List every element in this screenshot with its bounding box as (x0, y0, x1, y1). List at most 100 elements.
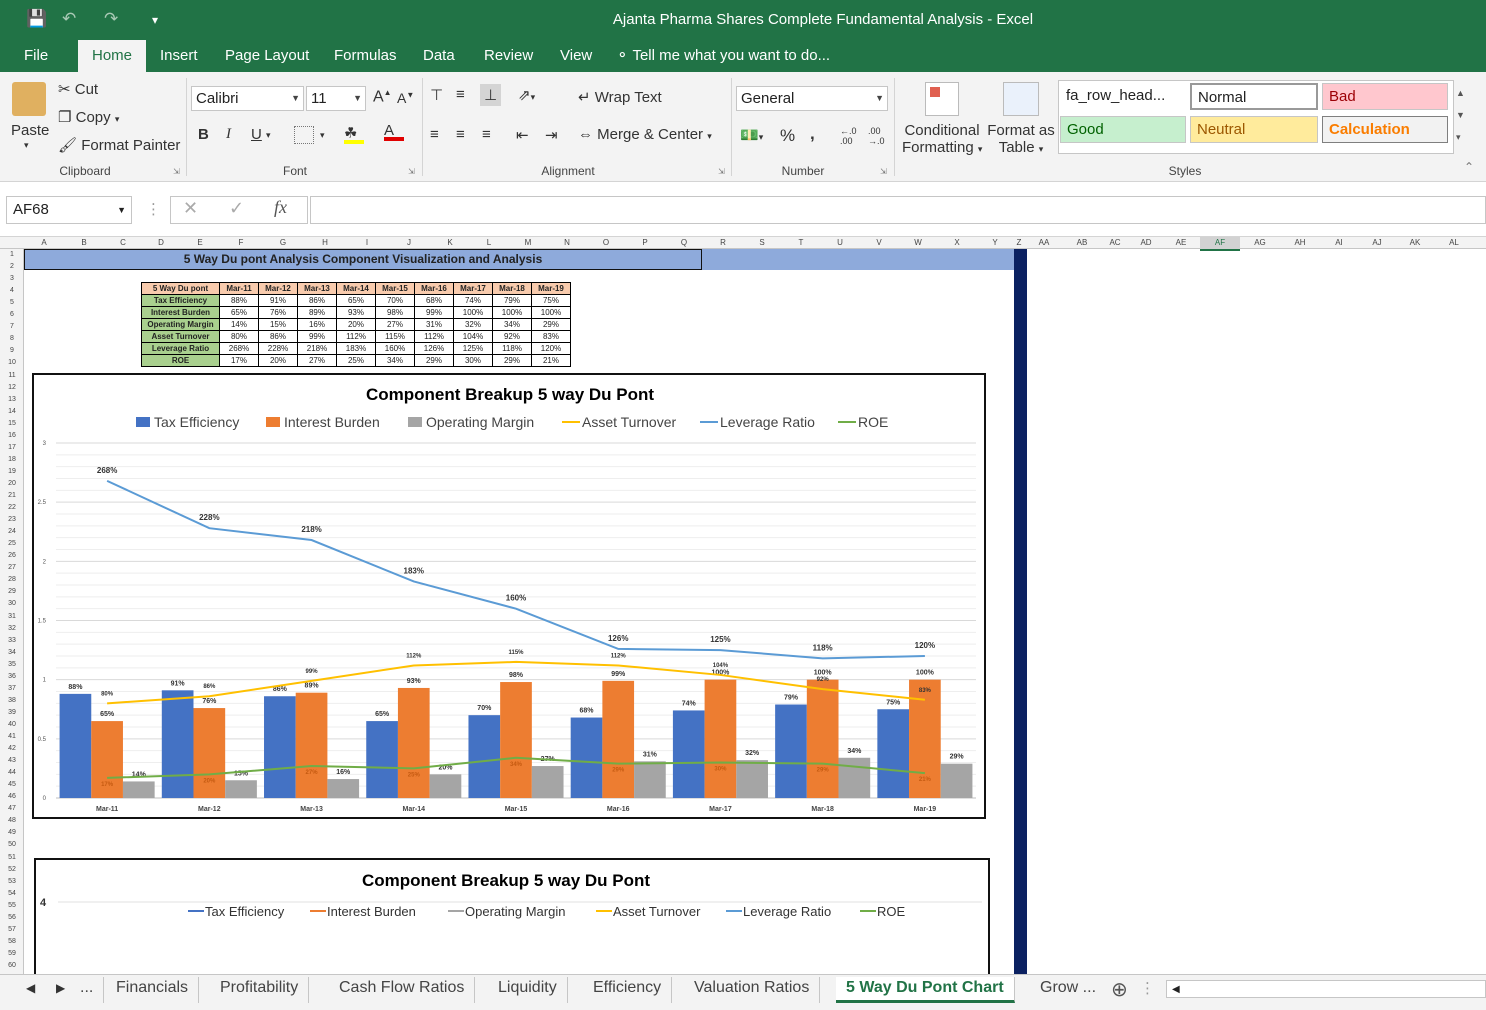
row-header[interactable]: 60 (0, 960, 23, 972)
conditional-formatting-button[interactable]: Conditional Formatting ▾ (902, 122, 982, 156)
bar-interest-burden[interactable] (602, 680, 635, 798)
table-cell[interactable]: 74% (453, 294, 493, 307)
table-cell[interactable]: 89% (297, 306, 337, 319)
table-cell[interactable]: 27% (375, 318, 415, 331)
bold-button[interactable]: B (198, 126, 209, 143)
column-header[interactable]: D (142, 237, 180, 249)
bar-operating-margin[interactable] (838, 757, 871, 798)
column-header[interactable]: O (586, 237, 626, 249)
row-header[interactable]: 48 (0, 815, 23, 827)
sheet-tab-efficiency[interactable]: Efficiency (583, 977, 673, 1003)
style-bad[interactable]: Bad (1322, 83, 1448, 110)
table-cell[interactable]: 100% (531, 306, 571, 319)
scroll-left-icon[interactable]: ◀ (1167, 984, 1180, 995)
column-header[interactable]: V (860, 237, 898, 249)
bar-tax-efficiency[interactable] (775, 704, 807, 798)
style-good[interactable]: Good (1060, 116, 1186, 143)
align-left-icon[interactable]: ≡ (430, 126, 439, 143)
column-header[interactable]: AB (1064, 237, 1100, 249)
column-header[interactable]: Y (976, 237, 1014, 249)
table-cell[interactable]: 100% (453, 306, 493, 319)
row-header[interactable]: 9 (0, 345, 23, 357)
bar-operating-margin[interactable] (225, 780, 257, 798)
bar-operating-margin[interactable] (634, 761, 666, 798)
row-header[interactable]: 31 (0, 611, 23, 623)
table-cell[interactable]: 34% (492, 318, 532, 331)
table-cell[interactable]: 112% (336, 330, 376, 343)
cut-button[interactable]: ✂ Cut (58, 80, 98, 98)
table-cell[interactable]: 98% (375, 306, 415, 319)
table-cell[interactable]: 86% (297, 294, 337, 307)
bar-tax-efficiency[interactable] (672, 710, 705, 798)
row-header[interactable]: 17 (0, 442, 23, 454)
row-header[interactable]: 35 (0, 659, 23, 671)
table-cell[interactable]: 21% (531, 354, 571, 367)
table-cell[interactable]: 112% (414, 330, 454, 343)
table-cell[interactable]: 65% (336, 294, 376, 307)
bar-interest-burden[interactable] (704, 679, 737, 798)
table-cell[interactable]: 120% (531, 342, 571, 355)
italic-button[interactable]: I (226, 126, 231, 143)
table-cell[interactable]: 70% (375, 294, 415, 307)
table-cell[interactable]: 183% (336, 342, 376, 355)
name-box[interactable]: AF68 ▼ (6, 196, 132, 224)
table-cell[interactable]: 15% (258, 318, 298, 331)
column-header[interactable]: F (220, 237, 262, 249)
cancel-icon[interactable]: ✕ (183, 198, 198, 219)
bar-operating-margin[interactable] (122, 781, 155, 798)
table-cell[interactable]: 160% (375, 342, 415, 355)
row-header[interactable]: 46 (0, 791, 23, 803)
table-cell[interactable]: 218% (297, 342, 337, 355)
table-cell[interactable]: 126% (414, 342, 454, 355)
row-header[interactable]: 30 (0, 598, 23, 610)
table-cell[interactable]: 29% (492, 354, 532, 367)
bar-tax-efficiency[interactable] (877, 709, 910, 798)
align-middle-icon[interactable]: ≡ (456, 86, 465, 103)
underline-button[interactable]: U (251, 126, 262, 143)
row-header[interactable]: 20 (0, 478, 23, 490)
column-header[interactable]: AC (1100, 237, 1130, 249)
row-header[interactable]: 1 (0, 249, 23, 261)
row-header[interactable]: 34 (0, 647, 23, 659)
row-label-cell[interactable]: ROE (141, 354, 220, 367)
column-header[interactable]: AF (1200, 237, 1240, 251)
format-as-table-icon[interactable] (1003, 82, 1039, 116)
column-header[interactable]: N (548, 237, 586, 249)
row-header[interactable]: 47 (0, 803, 23, 815)
enter-check-icon[interactable]: ✓ (229, 198, 244, 219)
table-cell[interactable]: 91% (258, 294, 298, 307)
bar-interest-burden[interactable] (193, 708, 226, 798)
sheet-tab-5-way-du-pont-chart[interactable]: 5 Way Du Pont Chart (836, 977, 1015, 1003)
row-header[interactable]: 38 (0, 695, 23, 707)
sheet-tab-liquidity[interactable]: Liquidity (488, 977, 568, 1003)
row-header[interactable]: 37 (0, 683, 23, 695)
column-header[interactable]: AA (1024, 237, 1064, 249)
new-sheet-icon[interactable]: ⊕ (1111, 977, 1128, 1002)
table-cell[interactable]: 118% (492, 342, 532, 355)
row-label-cell[interactable]: Leverage Ratio (141, 342, 220, 355)
row-header[interactable]: 55 (0, 900, 23, 912)
bar-tax-efficiency[interactable] (59, 693, 92, 798)
table-cell[interactable]: 25% (336, 354, 376, 367)
column-header[interactable]: S (742, 237, 782, 249)
row-header[interactable]: 29 (0, 586, 23, 598)
horizontal-scrollbar[interactable]: ◀ (1166, 980, 1486, 998)
column-header[interactable]: C (104, 237, 142, 249)
bar-tax-efficiency[interactable] (264, 696, 296, 798)
row-label-cell[interactable]: Operating Margin (141, 318, 220, 331)
table-cell[interactable]: 86% (258, 330, 298, 343)
table-header-cell[interactable]: Mar-13 (297, 282, 337, 295)
row-header[interactable]: 14 (0, 406, 23, 418)
row-header[interactable]: 8 (0, 333, 23, 345)
table-header-cell[interactable]: Mar-15 (375, 282, 415, 295)
font-color-icon[interactable]: A (384, 122, 404, 141)
borders-icon[interactable] (294, 126, 314, 144)
bar-operating-margin[interactable] (940, 763, 973, 798)
column-header[interactable]: AE (1162, 237, 1200, 249)
table-cell[interactable]: 65% (219, 306, 259, 319)
row-header[interactable]: 44 (0, 767, 23, 779)
format-painter-button[interactable]: 🖌 Format Painter (58, 136, 180, 154)
sheet-tab-valuation-ratios[interactable]: Valuation Ratios (684, 977, 821, 1003)
style-normal[interactable]: Normal (1190, 83, 1318, 110)
table-cell[interactable]: 79% (492, 294, 532, 307)
